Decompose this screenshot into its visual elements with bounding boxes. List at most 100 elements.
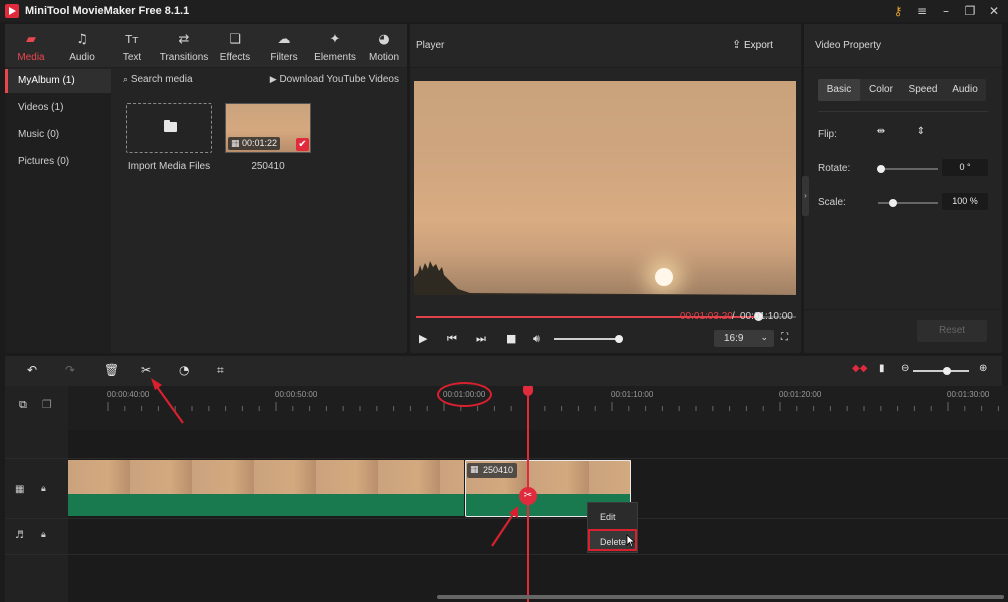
undo-icon[interactable]: ↶ <box>27 363 37 377</box>
reset-button[interactable]: Reset <box>917 320 987 342</box>
maximize-icon[interactable]: ❐ <box>960 2 980 20</box>
tab-text[interactable]: Tт Text <box>107 24 157 68</box>
scale-handle[interactable] <box>889 199 897 207</box>
elements-icon: ✦ <box>329 32 341 47</box>
divider <box>5 518 1008 519</box>
video-preview[interactable] <box>414 81 796 295</box>
lock-icon[interactable]: 🔒︎ <box>41 484 46 494</box>
download-youtube-button[interactable]: ▶ Download YouTube Videos <box>270 74 399 85</box>
tab-elements[interactable]: ✦ Elements <box>309 24 361 68</box>
media-tabs: ▰ Media ♫ Audio Tт Text ⇄ Transitions ❏ … <box>5 24 407 68</box>
delete-icon[interactable]: 🗑︎ <box>104 363 119 377</box>
current-time: 00:01:03.20 <box>680 311 733 322</box>
tab-filters[interactable]: ☁ Filters <box>259 24 309 68</box>
rotate-handle[interactable] <box>877 165 885 173</box>
split-scissors-icon[interactable]: ✂ <box>519 487 537 505</box>
fit-timeline-icon[interactable]: ▮ <box>879 363 885 374</box>
sidebar-item-myalbum[interactable]: MyAlbum (1) <box>5 69 111 93</box>
divider <box>5 458 1008 459</box>
stop-icon[interactable]: ■ <box>506 332 516 345</box>
minimize-icon[interactable]: – <box>936 2 956 20</box>
volume-handle[interactable] <box>615 335 623 343</box>
tab-color[interactable]: Color <box>860 79 902 101</box>
fullscreen-icon[interactable]: ⛶ <box>781 332 788 343</box>
next-frame-icon[interactable]: ⏭ <box>476 332 486 346</box>
zoom-in-icon[interactable]: ⊕ <box>979 363 987 374</box>
playhead-handle[interactable] <box>523 386 533 396</box>
sidebar-item-music[interactable]: Music (0) <box>5 123 111 147</box>
flip-vertical-icon[interactable]: ⇕ <box>911 126 931 142</box>
seek-bar[interactable] <box>416 312 796 321</box>
export-icon: ⇪ <box>732 38 742 51</box>
redo-icon[interactable]: ↷ <box>65 363 75 377</box>
film-icon: ▦ <box>470 465 479 475</box>
copy-track-icon[interactable]: ❐ <box>42 398 52 411</box>
timeline-ruler[interactable]: 00:00:40:00 00:00:50:00 00:01:00:00 00:0… <box>68 386 1008 430</box>
lock-icon[interactable]: 🔒︎ <box>41 530 46 540</box>
sidebar-item-pictures[interactable]: Pictures (0) <box>5 150 111 174</box>
import-media-button[interactable] <box>126 103 212 153</box>
search-media[interactable]: ⌕ Search media <box>123 74 193 85</box>
effects-icon: ❏ <box>229 32 241 47</box>
video-clip-1-frames[interactable] <box>68 460 464 494</box>
snap-icon[interactable]: ◆◆ <box>852 363 867 374</box>
tab-media[interactable]: ▰ Media <box>5 24 57 68</box>
close-icon[interactable]: ✕ <box>984 2 1004 20</box>
tab-speed[interactable]: Speed <box>902 79 944 101</box>
split-scissors-icon[interactable]: ✂ <box>141 363 151 377</box>
clip-label-badge: ▦ 250410 <box>467 463 517 478</box>
aspect-ratio-select[interactable]: 16:9 ⌄ <box>714 330 774 347</box>
horizontal-scrollbar[interactable] <box>437 595 1004 599</box>
zoom-out-icon[interactable]: ⊖ <box>901 363 909 374</box>
rotate-label: Rotate: <box>818 163 851 174</box>
add-track-icon[interactable]: ⧉ <box>19 398 27 412</box>
speed-icon[interactable]: ◔ <box>179 363 189 377</box>
export-button[interactable]: ⇪ Export <box>732 38 773 51</box>
download-label: Download YouTube Videos <box>279 74 399 85</box>
collapse-panel-icon[interactable]: › <box>802 176 809 216</box>
motion-icon: ◕ <box>378 32 390 47</box>
time-separator: / <box>732 311 735 322</box>
menu-item-edit[interactable]: Edit <box>588 506 637 528</box>
total-time: 00:01:10:00 <box>740 311 793 322</box>
tab-basic[interactable]: Basic <box>818 79 860 101</box>
tree-silhouette <box>414 261 796 295</box>
volume-icon[interactable]: 🔊︎ <box>533 332 540 346</box>
previous-frame-icon[interactable]: ⏮ <box>447 332 457 346</box>
property-tabs: Basic Color Speed Audio <box>818 79 986 101</box>
clip-duration: ▦ 00:01:22 <box>228 137 281 150</box>
volume-slider[interactable] <box>554 335 623 343</box>
tab-audio[interactable]: ♫ Audio <box>57 24 107 68</box>
scale-value[interactable]: 100 % <box>942 193 988 210</box>
crop-icon[interactable]: ⌗ <box>217 363 224 378</box>
play-icon[interactable]: ▶ <box>419 332 427 345</box>
tab-effects[interactable]: ❏ Effects <box>211 24 259 68</box>
scale-slider[interactable] <box>878 199 938 207</box>
export-label: Export <box>744 40 773 51</box>
tab-audio-prop[interactable]: Audio <box>944 79 986 101</box>
rotate-value[interactable]: 0 ° <box>942 159 988 176</box>
media-clip-thumbnail[interactable]: ▦ 00:01:22 ✔ <box>225 103 311 153</box>
ruler-label: 00:00:50:00 <box>275 390 318 399</box>
zoom-handle[interactable] <box>943 367 951 375</box>
sidebar-item-videos[interactable]: Videos (1) <box>5 96 111 120</box>
zoom-slider[interactable] <box>913 367 969 375</box>
clip-duration-text: 00:01:22 <box>242 138 278 148</box>
tab-label: Text <box>122 52 142 63</box>
tab-transitions[interactable]: ⇄ Transitions <box>157 24 211 68</box>
key-icon[interactable]: ⚷ <box>888 2 908 20</box>
flip-label: Flip: <box>818 129 837 140</box>
rotate-slider[interactable] <box>877 165 938 173</box>
tab-label: Elements <box>314 52 356 63</box>
tab-motion[interactable]: ◕ Motion <box>361 24 407 68</box>
title-bar: MiniTool MovieMaker Free 8.1.1 ⚷ ≡ – ❐ ✕ <box>0 0 1008 22</box>
annotation-ellipse <box>437 382 492 407</box>
menu-icon[interactable]: ≡ <box>912 2 932 20</box>
media-toolbar: ⌕ Search media ▶ Download YouTube Videos <box>111 69 407 91</box>
film-icon: ▦ <box>231 139 240 149</box>
tab-label: Media <box>17 52 45 63</box>
clip-name: 250410 <box>251 161 285 172</box>
video-clip-1-audio[interactable] <box>68 494 464 516</box>
flip-horizontal-icon[interactable]: ⇹ <box>871 126 891 142</box>
scale-label: Scale: <box>818 197 846 208</box>
